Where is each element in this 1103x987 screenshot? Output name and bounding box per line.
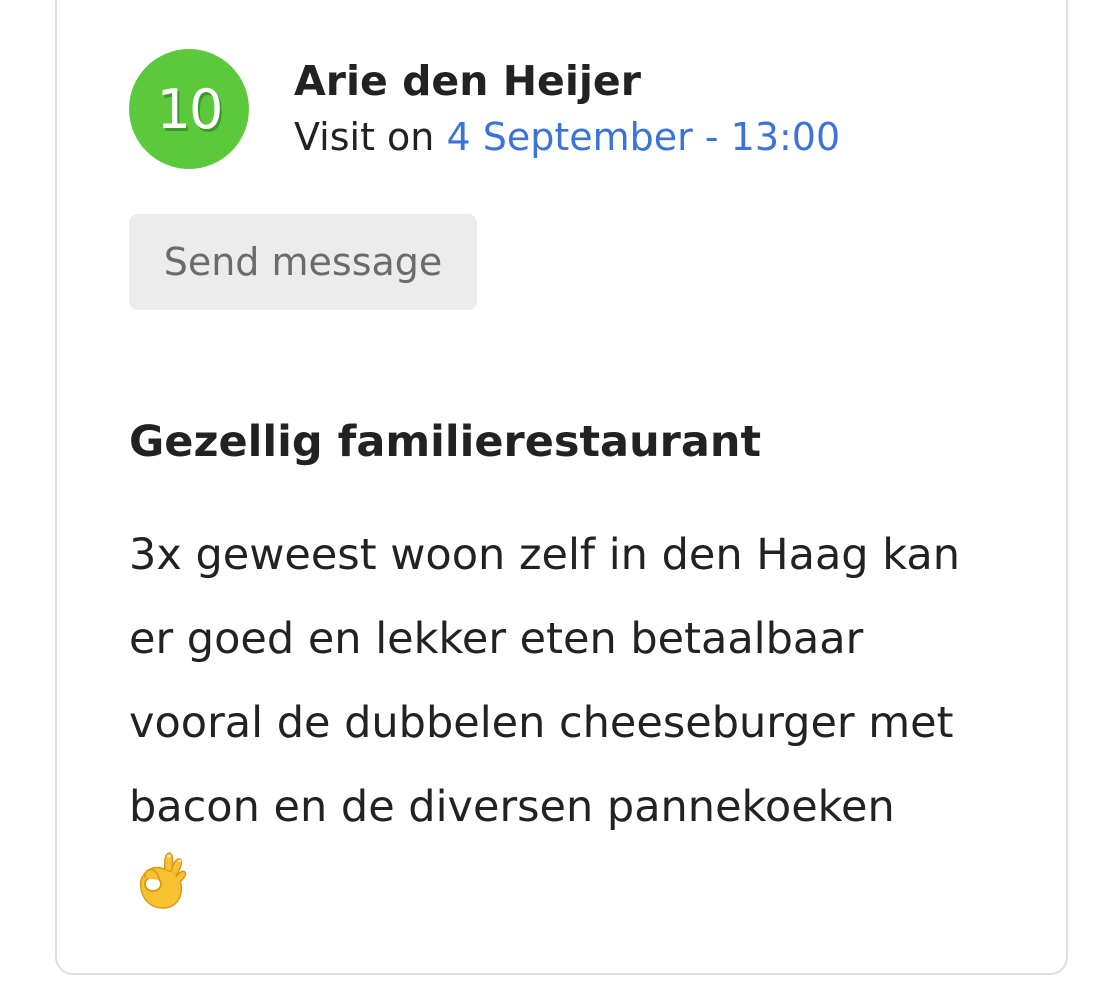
visit-info: Visit on 4 September - 13:00 <box>294 115 840 159</box>
reviewer-name: Arie den Heijer <box>294 57 641 105</box>
review-body: 3x geweest woon zelf in den Haag kan er … <box>129 513 1029 849</box>
visit-date-link[interactable]: 4 September - 13:00 <box>446 115 840 159</box>
score-value: 10 <box>156 77 224 141</box>
review-body-line: bacon en de diversen pannekoeken <box>129 782 895 832</box>
score-badge: 10 <box>129 49 249 169</box>
review-body-line: er goed en lekker eten betaalbaar <box>129 614 864 664</box>
ok-hand-icon <box>139 852 187 909</box>
send-message-button[interactable]: Send message <box>129 214 477 310</box>
review-title: Gezellig familierestaurant <box>129 417 762 467</box>
review-body-line: vooral de dubbelen cheeseburger met <box>129 698 954 748</box>
visit-prefix: Visit on <box>294 115 435 159</box>
review-body-line: 3x geweest woon zelf in den Haag kan <box>129 530 961 580</box>
